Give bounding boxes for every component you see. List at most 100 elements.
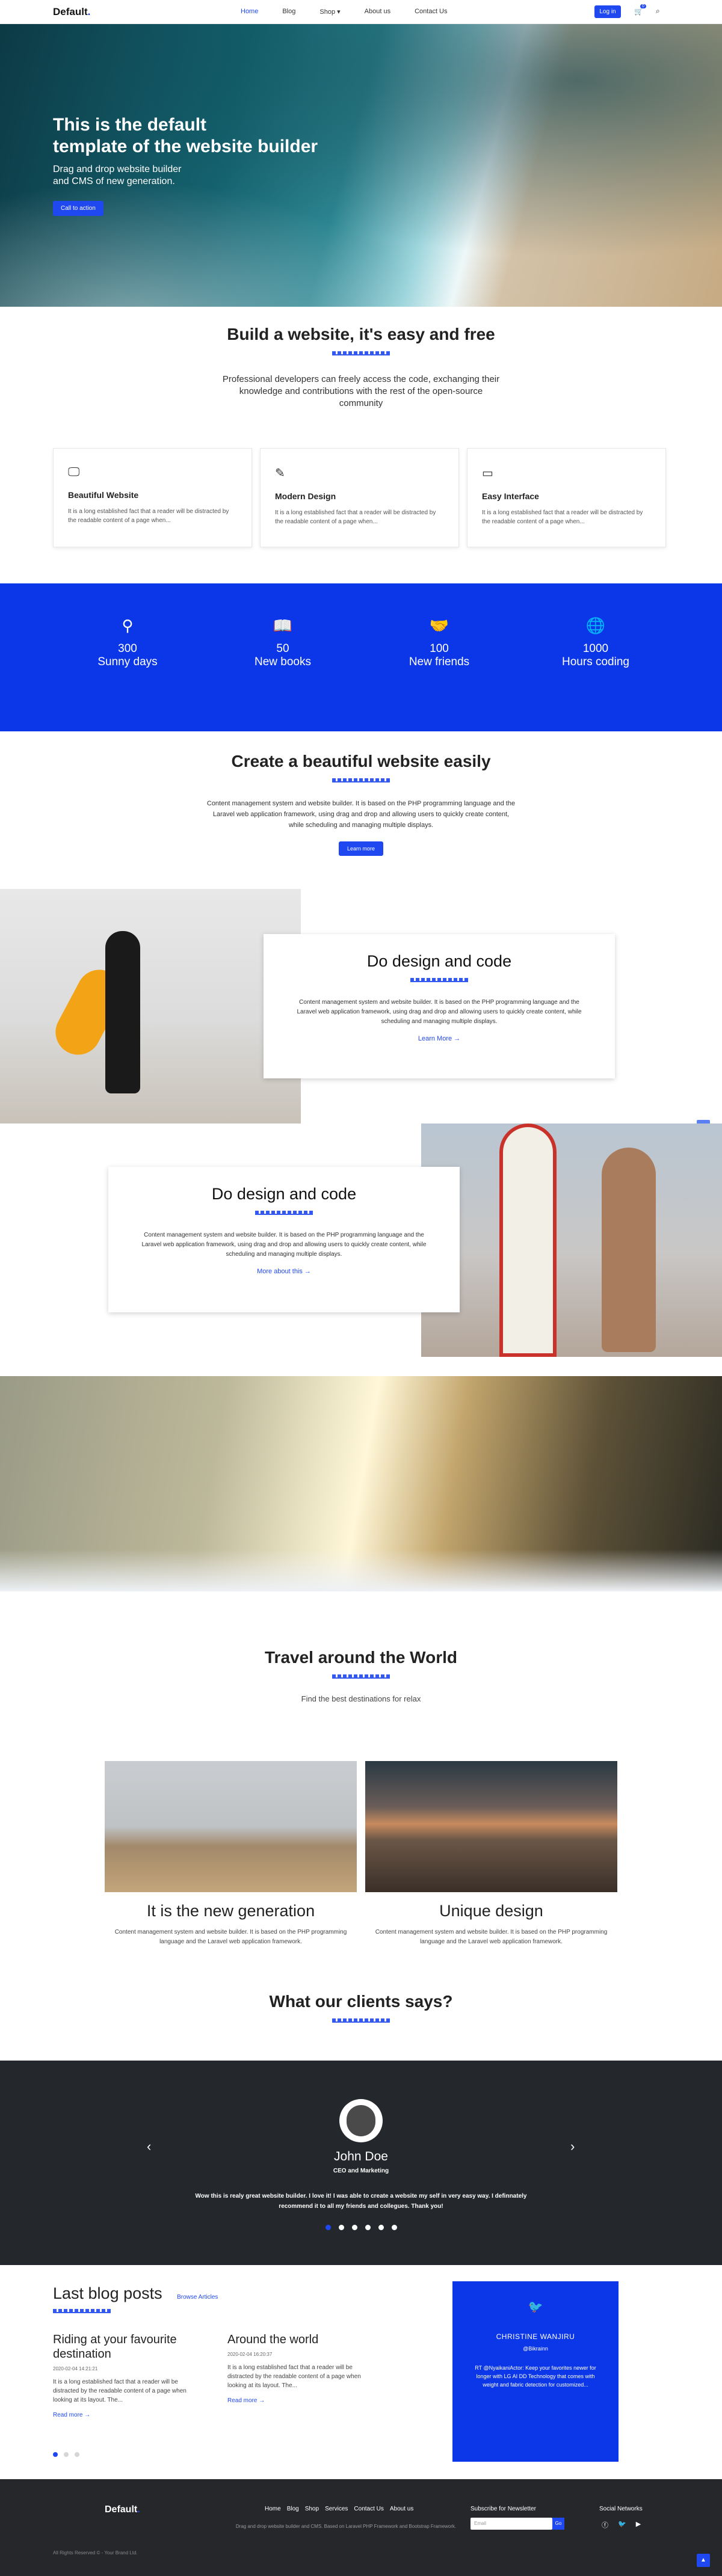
- post-excerpt: It is a long established fact that a rea…: [53, 2379, 187, 2403]
- feature-card: ✎ Modern Design It is a long established…: [260, 448, 459, 547]
- travel-section: Travel around the World Find the best de…: [0, 1648, 722, 1703]
- tweet-handle[interactable]: @Bikrainn: [471, 2346, 600, 2352]
- footer-logo[interactable]: Default.: [105, 2504, 140, 2515]
- cart-icon[interactable]: 🛒 0: [634, 4, 646, 16]
- design-title: Do design and code: [366, 952, 512, 970]
- blog-title: Last blog posts: [53, 2284, 162, 2302]
- clients-title: What our clients says?: [269, 1992, 453, 2011]
- footer-link[interactable]: Shop: [305, 2506, 319, 2512]
- login-button[interactable]: Log in: [594, 5, 621, 18]
- travel-title: Travel around the World: [265, 1648, 457, 1667]
- twitter-card: 🐦 CHRISTINE WANJIRU @Bikrainn RT @Nyaika…: [452, 2281, 619, 2462]
- build-text: Professional developers can freely acces…: [222, 374, 500, 408]
- slider-dot[interactable]: [53, 2452, 58, 2457]
- feature-cards: 🖵 Beautiful Website It is a long establi…: [53, 448, 666, 547]
- prev-arrow-icon[interactable]: ‹: [147, 2139, 151, 2154]
- trip-card: It is the new generation Content managem…: [105, 1761, 357, 1947]
- design-card: Do design and code Content management sy…: [264, 934, 615, 1078]
- stat-item: 🤝 100 New friends: [394, 616, 484, 669]
- post-title[interactable]: Riding at your favourite destination: [53, 2332, 197, 2361]
- twitter-icon[interactable]: 🐦: [618, 2520, 626, 2530]
- twitter-icon: 🐦: [528, 2301, 543, 2314]
- logo[interactable]: Default.: [53, 6, 90, 18]
- slider-dot[interactable]: [75, 2452, 79, 2457]
- slider-dots: [0, 2225, 722, 2230]
- footer-link[interactable]: Home: [265, 2506, 281, 2512]
- feature-card: ▭ Easy Interface It is a long establishe…: [467, 448, 666, 547]
- feature-card: 🖵 Beautiful Website It is a long establi…: [53, 448, 252, 547]
- nav-home[interactable]: Home: [241, 8, 258, 16]
- stat-number: 100: [430, 642, 449, 655]
- read-more-link[interactable]: Read more →: [227, 2397, 372, 2404]
- blog-section: Last blog posts Browse Articles Riding a…: [53, 2284, 450, 2418]
- learn-more-button[interactable]: Learn more: [338, 841, 384, 856]
- travel-subtitle: Find the best destinations for relax: [301, 1694, 421, 1703]
- nav-shop[interactable]: Shop ▾: [319, 8, 340, 16]
- blog-post: Around the world 2020-02-04 16:20:37 It …: [227, 2332, 372, 2404]
- hero-text: This is the default template of the websi…: [53, 114, 318, 216]
- newsletter-label: Subscribe for Newsletter: [471, 2506, 536, 2512]
- slider-dot[interactable]: [325, 2225, 331, 2230]
- footer-link[interactable]: About us: [390, 2506, 413, 2512]
- slider-dot[interactable]: [338, 2225, 344, 2230]
- trip-title: It is the new generation: [146, 1902, 315, 1920]
- create-text: Content management system and website bu…: [206, 800, 516, 829]
- build-section: Build a website, it's easy and free Prof…: [0, 325, 722, 410]
- slider-dot[interactable]: [351, 2225, 357, 2230]
- wave-divider: [255, 1211, 313, 1215]
- slider-dot[interactable]: [391, 2225, 397, 2230]
- newsletter-email-input[interactable]: Email: [471, 2518, 552, 2530]
- youtube-icon[interactable]: ▶: [636, 2520, 641, 2530]
- trip-image: [105, 1761, 357, 1892]
- call-to-action-button[interactable]: Call to action: [53, 201, 103, 216]
- facebook-icon[interactable]: ⓕ: [602, 2520, 608, 2530]
- globe-icon: 🌐: [585, 616, 606, 635]
- nav-contact[interactable]: Contact Us: [415, 8, 447, 16]
- book-icon: 📖: [273, 616, 293, 635]
- trip-text: Content management system and website bu…: [114, 1929, 347, 1945]
- pen-icon: ✎: [275, 467, 285, 480]
- post-title[interactable]: Around the world: [227, 2332, 372, 2347]
- stat-label: Sunny days: [97, 656, 158, 668]
- nav-blog[interactable]: Blog: [282, 8, 295, 16]
- footer-link[interactable]: Services: [325, 2506, 348, 2512]
- testimonial-quote: Wow this is realy great website builder.…: [195, 2193, 527, 2210]
- slider-dot[interactable]: [378, 2225, 384, 2230]
- slider-dot[interactable]: [64, 2452, 69, 2457]
- main-menu: Home Blog Shop ▾ About us Contact Us: [241, 8, 448, 16]
- trip-card: Unique design Content management system …: [365, 1761, 617, 1947]
- hero-subtitle: Drag and drop website builder and CMS of …: [53, 164, 182, 186]
- stat-item: 📖 50 New books: [238, 616, 328, 669]
- design-title: Do design and code: [211, 1185, 357, 1203]
- read-more-link[interactable]: Read more →: [53, 2412, 197, 2418]
- learn-more-link[interactable]: Learn More →: [264, 1035, 615, 1042]
- wave-divider: [332, 2018, 390, 2023]
- search-icon[interactable]: ⌕: [656, 7, 660, 16]
- stat-item: ⚲ 300 Sunny days: [82, 616, 173, 669]
- newsletter-go-button[interactable]: Go: [552, 2518, 564, 2530]
- cart-count: 0: [640, 4, 646, 8]
- stat-number: 50: [276, 642, 289, 655]
- feature-text: It is a long established fact that a rea…: [275, 509, 436, 525]
- footer: Default. Home Blog Shop Services Contact…: [0, 2479, 722, 2576]
- more-about-link[interactable]: More about this →: [108, 1268, 460, 1275]
- footer-link[interactable]: Contact Us: [354, 2506, 383, 2512]
- monitor-icon: 🖵: [68, 466, 80, 479]
- feature-title: Beautiful Website: [68, 490, 139, 500]
- scroll-top-button[interactable]: ▲: [697, 2554, 710, 2567]
- create-title: Create a beautiful website easily: [231, 752, 491, 770]
- trip-image: [365, 1761, 617, 1892]
- navbar: Default. Home Blog Shop ▾ About us Conta…: [0, 0, 722, 24]
- slider-dot[interactable]: [365, 2225, 371, 2230]
- footer-link[interactable]: Blog: [287, 2506, 299, 2512]
- feature-title: Modern Design: [275, 491, 336, 501]
- design-text: Content management system and website bu…: [141, 1232, 427, 1258]
- testimonial-slider: John Doe CEO and Marketing Wow this is r…: [0, 2061, 722, 2265]
- nav-about[interactable]: About us: [365, 8, 390, 16]
- stats-band: ⚲ 300 Sunny days 📖 50 New books 🤝 100 Ne…: [0, 583, 722, 731]
- wave-divider: [332, 1674, 390, 1679]
- browse-articles-link[interactable]: Browse Articles: [177, 2294, 218, 2301]
- stat-number: 300: [118, 642, 137, 655]
- next-arrow-icon[interactable]: ›: [570, 2139, 575, 2154]
- hero-banner: This is the default template of the websi…: [0, 24, 722, 307]
